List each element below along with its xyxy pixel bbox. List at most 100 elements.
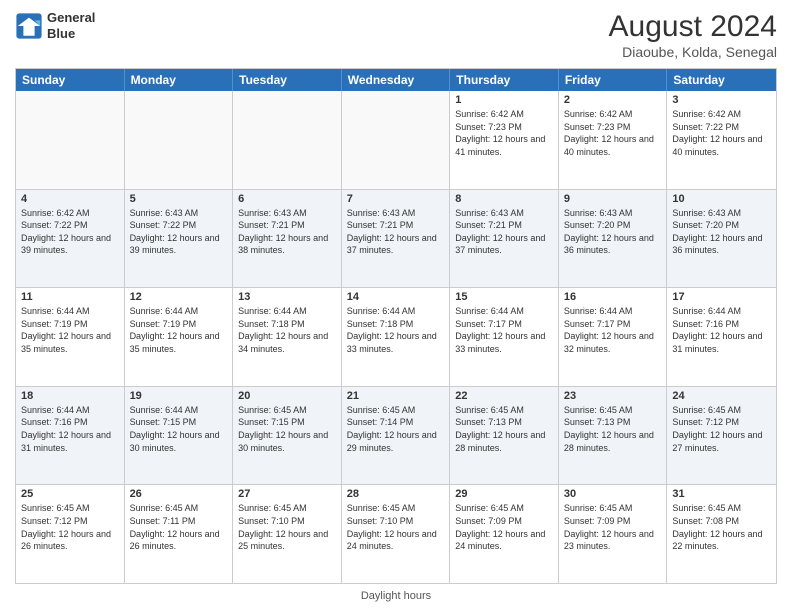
cell-date: 23 <box>564 390 662 402</box>
day-header-monday: Monday <box>125 69 234 91</box>
calendar-cell: 5 Sunrise: 6:43 AM Sunset: 7:22 PM Daylig… <box>125 190 234 288</box>
day-header-friday: Friday <box>559 69 668 91</box>
day-header-sunday: Sunday <box>16 69 125 91</box>
calendar-cell: 27 Sunrise: 6:45 AM Sunset: 7:10 PM Dayli… <box>233 485 342 583</box>
day-headers: SundayMondayTuesdayWednesdayThursdayFrid… <box>16 69 776 91</box>
calendar-cell <box>125 91 234 189</box>
title-area: August 2024 Diaoube, Kolda, Senegal <box>609 10 777 60</box>
cell-info: Sunrise: 6:45 AM Sunset: 7:11 PM Dayligh… <box>130 502 228 552</box>
calendar-cell <box>233 91 342 189</box>
cell-info: Sunrise: 6:42 AM Sunset: 7:22 PM Dayligh… <box>21 207 119 257</box>
cell-date: 16 <box>564 291 662 303</box>
calendar-cell: 30 Sunrise: 6:45 AM Sunset: 7:09 PM Dayli… <box>559 485 668 583</box>
subtitle: Diaoube, Kolda, Senegal <box>609 44 777 60</box>
cell-info: Sunrise: 6:42 AM Sunset: 7:23 PM Dayligh… <box>564 108 662 158</box>
cell-info: Sunrise: 6:45 AM Sunset: 7:13 PM Dayligh… <box>455 404 553 454</box>
cell-info: Sunrise: 6:45 AM Sunset: 7:09 PM Dayligh… <box>455 502 553 552</box>
cell-date: 18 <box>21 390 119 402</box>
calendar-cell <box>16 91 125 189</box>
calendar: SundayMondayTuesdayWednesdayThursdayFrid… <box>15 68 777 584</box>
cell-date: 5 <box>130 193 228 205</box>
cell-info: Sunrise: 6:44 AM Sunset: 7:18 PM Dayligh… <box>347 305 445 355</box>
cell-info: Sunrise: 6:44 AM Sunset: 7:17 PM Dayligh… <box>564 305 662 355</box>
cell-info: Sunrise: 6:43 AM Sunset: 7:20 PM Dayligh… <box>672 207 771 257</box>
generalblue-logo-icon <box>15 12 43 40</box>
cell-info: Sunrise: 6:44 AM Sunset: 7:19 PM Dayligh… <box>130 305 228 355</box>
cell-date: 13 <box>238 291 336 303</box>
calendar-cell: 4 Sunrise: 6:42 AM Sunset: 7:22 PM Daylig… <box>16 190 125 288</box>
cell-info: Sunrise: 6:44 AM Sunset: 7:17 PM Dayligh… <box>455 305 553 355</box>
calendar-cell: 26 Sunrise: 6:45 AM Sunset: 7:11 PM Dayli… <box>125 485 234 583</box>
calendar-row: 18 Sunrise: 6:44 AM Sunset: 7:16 PM Dayli… <box>16 387 776 486</box>
cell-info: Sunrise: 6:44 AM Sunset: 7:16 PM Dayligh… <box>672 305 771 355</box>
cell-info: Sunrise: 6:45 AM Sunset: 7:10 PM Dayligh… <box>238 502 336 552</box>
cell-info: Sunrise: 6:45 AM Sunset: 7:09 PM Dayligh… <box>564 502 662 552</box>
calendar-cell: 13Sunrise: 6:44 AM Sunset: 7:18 PM Dayli… <box>233 288 342 386</box>
cell-date: 6 <box>238 193 336 205</box>
calendar-row: 1Sunrise: 6:42 AM Sunset: 7:23 PM Daylig… <box>16 91 776 190</box>
calendar-body: 1Sunrise: 6:42 AM Sunset: 7:23 PM Daylig… <box>16 91 776 583</box>
cell-date: 11 <box>21 291 119 303</box>
cell-date: 26 <box>130 488 228 500</box>
calendar-row: 11 Sunrise: 6:44 AM Sunset: 7:19 PM Dayli… <box>16 288 776 387</box>
calendar-cell: 28 Sunrise: 6:45 AM Sunset: 7:10 PM Dayli… <box>342 485 451 583</box>
cell-date: 29 <box>455 488 553 500</box>
calendar-cell: 11 Sunrise: 6:44 AM Sunset: 7:19 PM Dayli… <box>16 288 125 386</box>
calendar-cell: 8 Sunrise: 6:43 AM Sunset: 7:21 PM Daylig… <box>450 190 559 288</box>
cell-info: Sunrise: 6:45 AM Sunset: 7:08 PM Dayligh… <box>672 502 771 552</box>
calendar-row: 25 Sunrise: 6:45 AM Sunset: 7:12 PM Dayli… <box>16 485 776 583</box>
calendar-cell: 14 Sunrise: 6:44 AM Sunset: 7:18 PM Dayli… <box>342 288 451 386</box>
cell-date: 25 <box>21 488 119 500</box>
cell-info: Sunrise: 6:44 AM Sunset: 7:19 PM Dayligh… <box>21 305 119 355</box>
day-header-wednesday: Wednesday <box>342 69 451 91</box>
cell-date: 10 <box>672 193 771 205</box>
calendar-cell: 20 Sunrise: 6:45 AM Sunset: 7:15 PM Dayli… <box>233 387 342 485</box>
calendar-cell: 17 Sunrise: 6:44 AM Sunset: 7:16 PM Dayli… <box>667 288 776 386</box>
cell-info: Sunrise: 6:45 AM Sunset: 7:15 PM Dayligh… <box>238 404 336 454</box>
cell-date: 20 <box>238 390 336 402</box>
cell-info: Sunrise: 6:42 AM Sunset: 7:22 PM Dayligh… <box>672 108 771 158</box>
cell-date: 27 <box>238 488 336 500</box>
cell-date: 28 <box>347 488 445 500</box>
cell-date: 12 <box>130 291 228 303</box>
cell-date: 14 <box>347 291 445 303</box>
cell-date: 19 <box>130 390 228 402</box>
calendar-cell: 2Sunrise: 6:42 AM Sunset: 7:23 PM Daylig… <box>559 91 668 189</box>
day-header-saturday: Saturday <box>667 69 776 91</box>
calendar-cell: 25 Sunrise: 6:45 AM Sunset: 7:12 PM Dayli… <box>16 485 125 583</box>
cell-info: Sunrise: 6:45 AM Sunset: 7:12 PM Dayligh… <box>21 502 119 552</box>
logo-line2: Blue <box>47 26 95 42</box>
cell-date: 3 <box>672 94 771 106</box>
calendar-cell: 29 Sunrise: 6:45 AM Sunset: 7:09 PM Dayli… <box>450 485 559 583</box>
cell-date: 4 <box>21 193 119 205</box>
calendar-cell: 18 Sunrise: 6:44 AM Sunset: 7:16 PM Dayli… <box>16 387 125 485</box>
cell-date: 21 <box>347 390 445 402</box>
calendar-cell: 22Sunrise: 6:45 AM Sunset: 7:13 PM Dayli… <box>450 387 559 485</box>
cell-date: 9 <box>564 193 662 205</box>
calendar-cell: 3 Sunrise: 6:42 AM Sunset: 7:22 PM Daylig… <box>667 91 776 189</box>
cell-info: Sunrise: 6:45 AM Sunset: 7:10 PM Dayligh… <box>347 502 445 552</box>
calendar-cell: 21Sunrise: 6:45 AM Sunset: 7:14 PM Dayli… <box>342 387 451 485</box>
calendar-row: 4 Sunrise: 6:42 AM Sunset: 7:22 PM Daylig… <box>16 190 776 289</box>
cell-info: Sunrise: 6:45 AM Sunset: 7:12 PM Dayligh… <box>672 404 771 454</box>
cell-date: 8 <box>455 193 553 205</box>
footer-text: Daylight hours <box>361 590 431 602</box>
calendar-cell: 6Sunrise: 6:43 AM Sunset: 7:21 PM Daylig… <box>233 190 342 288</box>
day-header-tuesday: Tuesday <box>233 69 342 91</box>
page: General Blue August 2024 Diaoube, Kolda,… <box>0 0 792 612</box>
logo: General Blue <box>15 10 95 41</box>
cell-date: 17 <box>672 291 771 303</box>
header: General Blue August 2024 Diaoube, Kolda,… <box>15 10 777 60</box>
cell-info: Sunrise: 6:43 AM Sunset: 7:21 PM Dayligh… <box>455 207 553 257</box>
cell-info: Sunrise: 6:45 AM Sunset: 7:13 PM Dayligh… <box>564 404 662 454</box>
cell-info: Sunrise: 6:43 AM Sunset: 7:22 PM Dayligh… <box>130 207 228 257</box>
day-header-thursday: Thursday <box>450 69 559 91</box>
calendar-cell <box>342 91 451 189</box>
logo-line1: General <box>47 10 95 26</box>
cell-date: 31 <box>672 488 771 500</box>
cell-date: 30 <box>564 488 662 500</box>
cell-date: 7 <box>347 193 445 205</box>
cell-info: Sunrise: 6:43 AM Sunset: 7:21 PM Dayligh… <box>347 207 445 257</box>
calendar-cell: 19Sunrise: 6:44 AM Sunset: 7:15 PM Dayli… <box>125 387 234 485</box>
cell-info: Sunrise: 6:44 AM Sunset: 7:16 PM Dayligh… <box>21 404 119 454</box>
